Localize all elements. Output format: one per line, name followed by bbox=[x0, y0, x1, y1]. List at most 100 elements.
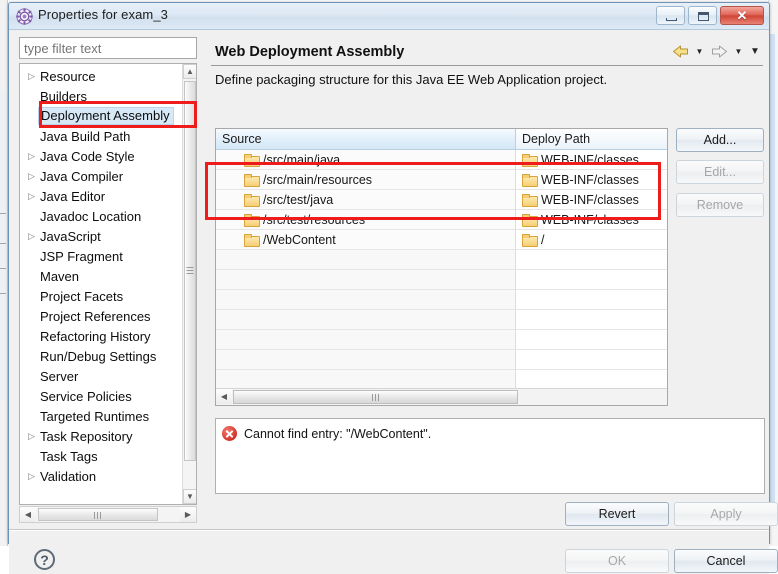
sidebar-item-project-facets[interactable]: Project Facets bbox=[20, 286, 182, 306]
cell-source: /src/main/java bbox=[216, 150, 516, 170]
forward-button[interactable] bbox=[708, 42, 730, 60]
sidebar-item-server[interactable]: Server bbox=[20, 366, 182, 386]
page-description: Define packaging structure for this Java… bbox=[215, 72, 607, 87]
scroll-down-icon[interactable]: ▼ bbox=[183, 489, 197, 504]
maximize-button[interactable] bbox=[688, 6, 717, 25]
table-row[interactable]: /src/test/java WEB-INF/classes bbox=[216, 190, 667, 210]
sidebar-item-resource[interactable]: ▷Resource bbox=[20, 66, 182, 86]
sidebar-item-project-references[interactable]: Project References bbox=[20, 306, 182, 326]
sidebar-item-jsp-fragment[interactable]: JSP Fragment bbox=[20, 246, 182, 266]
cancel-button[interactable]: Cancel bbox=[674, 549, 778, 573]
expand-arrow-icon[interactable]: ▷ bbox=[24, 432, 39, 441]
cell-source: /src/test/resources bbox=[216, 210, 516, 230]
filter-input[interactable] bbox=[19, 37, 197, 59]
sidebar-item-label: Project Facets bbox=[39, 289, 123, 304]
properties-dialog: Properties for exam_3 ✕ ▷ResourceBuilder… bbox=[8, 2, 770, 544]
tree-vertical-scrollbar[interactable]: ▲ ▼ bbox=[182, 64, 196, 504]
help-icon[interactable]: ? bbox=[34, 549, 55, 570]
scroll-grip-icon bbox=[94, 512, 102, 519]
tree-hscroll-thumb[interactable] bbox=[38, 508, 158, 521]
table-row-empty bbox=[216, 290, 667, 310]
table-row-empty bbox=[216, 310, 667, 330]
cell-source-empty bbox=[216, 250, 516, 270]
expand-arrow-icon[interactable]: ▷ bbox=[24, 72, 39, 81]
table-hscroll-thumb[interactable] bbox=[233, 390, 518, 404]
expand-arrow-icon[interactable]: ▷ bbox=[24, 172, 39, 181]
table-row[interactable]: /src/main/resourcesWEB-INF/classes bbox=[216, 170, 667, 190]
table-header-row: Source Deploy Path bbox=[216, 129, 667, 150]
back-arrow-icon bbox=[672, 44, 689, 59]
sidebar-item-service-policies[interactable]: Service Policies bbox=[20, 386, 182, 406]
sidebar-item-label: Refactoring History bbox=[39, 329, 151, 344]
expand-arrow-icon[interactable]: ▷ bbox=[24, 232, 39, 241]
tree-horizontal-scrollbar[interactable]: ◀ ▶ bbox=[19, 506, 197, 523]
deploy-path-text: WEB-INF/classes bbox=[541, 213, 639, 227]
panel-sash[interactable] bbox=[201, 63, 206, 523]
minimize-button[interactable] bbox=[656, 6, 685, 25]
apply-button[interactable]: Apply bbox=[674, 502, 778, 526]
expand-arrow-icon[interactable]: ▷ bbox=[24, 472, 39, 481]
back-history-dropdown[interactable]: ▼ bbox=[693, 42, 706, 60]
revert-button[interactable]: Revert bbox=[565, 502, 669, 526]
preference-page: Web Deployment Assembly ▼ ▼ ▼ Define pac… bbox=[209, 34, 765, 500]
table-horizontal-scrollbar[interactable]: ◀ ▶ bbox=[216, 388, 667, 405]
remove-button[interactable]: Remove bbox=[676, 193, 764, 217]
sidebar-item-label: Javadoc Location bbox=[39, 209, 141, 224]
sidebar-item-label: JSP Fragment bbox=[39, 249, 123, 264]
edit-button[interactable]: Edit... bbox=[676, 160, 764, 184]
sidebar-item-java-code-style[interactable]: ▷Java Code Style bbox=[20, 146, 182, 166]
tree-scroll-thumb[interactable] bbox=[184, 81, 196, 461]
cell-deploy-empty bbox=[516, 270, 667, 290]
deploy-path-text: WEB-INF/classes bbox=[541, 153, 639, 167]
scroll-left-icon[interactable]: ◀ bbox=[216, 389, 232, 404]
close-icon: ✕ bbox=[721, 7, 763, 24]
cell-source: /WebContent bbox=[216, 230, 516, 250]
sidebar-item-deployment-assembly[interactable]: Deployment Assembly bbox=[20, 106, 182, 126]
sidebar-item-label: Java Build Path bbox=[39, 129, 130, 144]
assembly-table[interactable]: Source Deploy Path /src/main/java WEB-INF… bbox=[215, 128, 668, 406]
back-button[interactable] bbox=[669, 42, 691, 60]
settings-tree[interactable]: ▷ResourceBuildersDeployment Assembly Java… bbox=[19, 63, 197, 505]
sidebar-item-refactoring-history[interactable]: Refactoring History bbox=[20, 326, 182, 346]
sidebar-item-builders[interactable]: Builders bbox=[20, 86, 182, 106]
table-row[interactable]: /src/main/java WEB-INF/classes bbox=[216, 150, 667, 170]
deploy-path-text: WEB-INF/classes bbox=[541, 193, 639, 207]
cell-source-empty bbox=[216, 290, 516, 310]
settings-tree-list: ▷ResourceBuildersDeployment Assembly Java… bbox=[20, 64, 182, 486]
close-button[interactable]: ✕ bbox=[720, 6, 764, 25]
cell-deploy-path: WEB-INF/classes bbox=[516, 150, 667, 170]
sidebar-item-task-repository[interactable]: ▷Task Repository bbox=[20, 426, 182, 446]
scroll-up-icon[interactable]: ▲ bbox=[183, 64, 197, 79]
sidebar-item-maven[interactable]: Maven bbox=[20, 266, 182, 286]
sidebar-item-javascript[interactable]: ▷JavaScript bbox=[20, 226, 182, 246]
folder-icon bbox=[244, 154, 258, 165]
scroll-left-icon[interactable]: ◀ bbox=[20, 507, 36, 522]
source-path-text: /WebContent bbox=[263, 233, 336, 247]
expand-arrow-icon[interactable]: ▷ bbox=[24, 152, 39, 161]
table-row-empty bbox=[216, 330, 667, 350]
source-path-text: /src/test/java bbox=[263, 193, 333, 207]
column-header-deploy-path[interactable]: Deploy Path bbox=[516, 129, 667, 150]
ok-button[interactable]: OK bbox=[565, 549, 669, 573]
table-row[interactable]: /src/test/resources WEB-INF/classes bbox=[216, 210, 667, 230]
page-title-separator bbox=[211, 65, 763, 66]
sidebar-item-run-debug-settings[interactable]: Run/Debug Settings bbox=[20, 346, 182, 366]
view-menu-dropdown[interactable]: ▼ bbox=[747, 42, 763, 60]
sidebar-item-javadoc-location[interactable]: Javadoc Location bbox=[20, 206, 182, 226]
source-path-text: /src/test/resources bbox=[263, 213, 365, 227]
sidebar-item-validation[interactable]: ▷Validation bbox=[20, 466, 182, 486]
sidebar-item-label: Java Compiler bbox=[39, 169, 123, 184]
column-header-source[interactable]: Source bbox=[216, 129, 516, 150]
expand-arrow-icon[interactable]: ▷ bbox=[24, 192, 39, 201]
table-row[interactable]: /WebContent/ bbox=[216, 230, 667, 250]
sidebar-item-task-tags[interactable]: Task Tags bbox=[20, 446, 182, 466]
sidebar-item-java-editor[interactable]: ▷Java Editor bbox=[20, 186, 182, 206]
scroll-right-icon[interactable]: ▶ bbox=[180, 507, 196, 522]
maximize-icon bbox=[698, 12, 709, 21]
sidebar-item-targeted-runtimes[interactable]: Targeted Runtimes bbox=[20, 406, 182, 426]
forward-history-dropdown[interactable]: ▼ bbox=[732, 42, 745, 60]
sidebar-item-java-build-path[interactable]: Java Build Path bbox=[20, 126, 182, 146]
sidebar-item-java-compiler[interactable]: ▷Java Compiler bbox=[20, 166, 182, 186]
add-button[interactable]: Add... bbox=[676, 128, 764, 152]
minimize-icon bbox=[666, 18, 677, 21]
